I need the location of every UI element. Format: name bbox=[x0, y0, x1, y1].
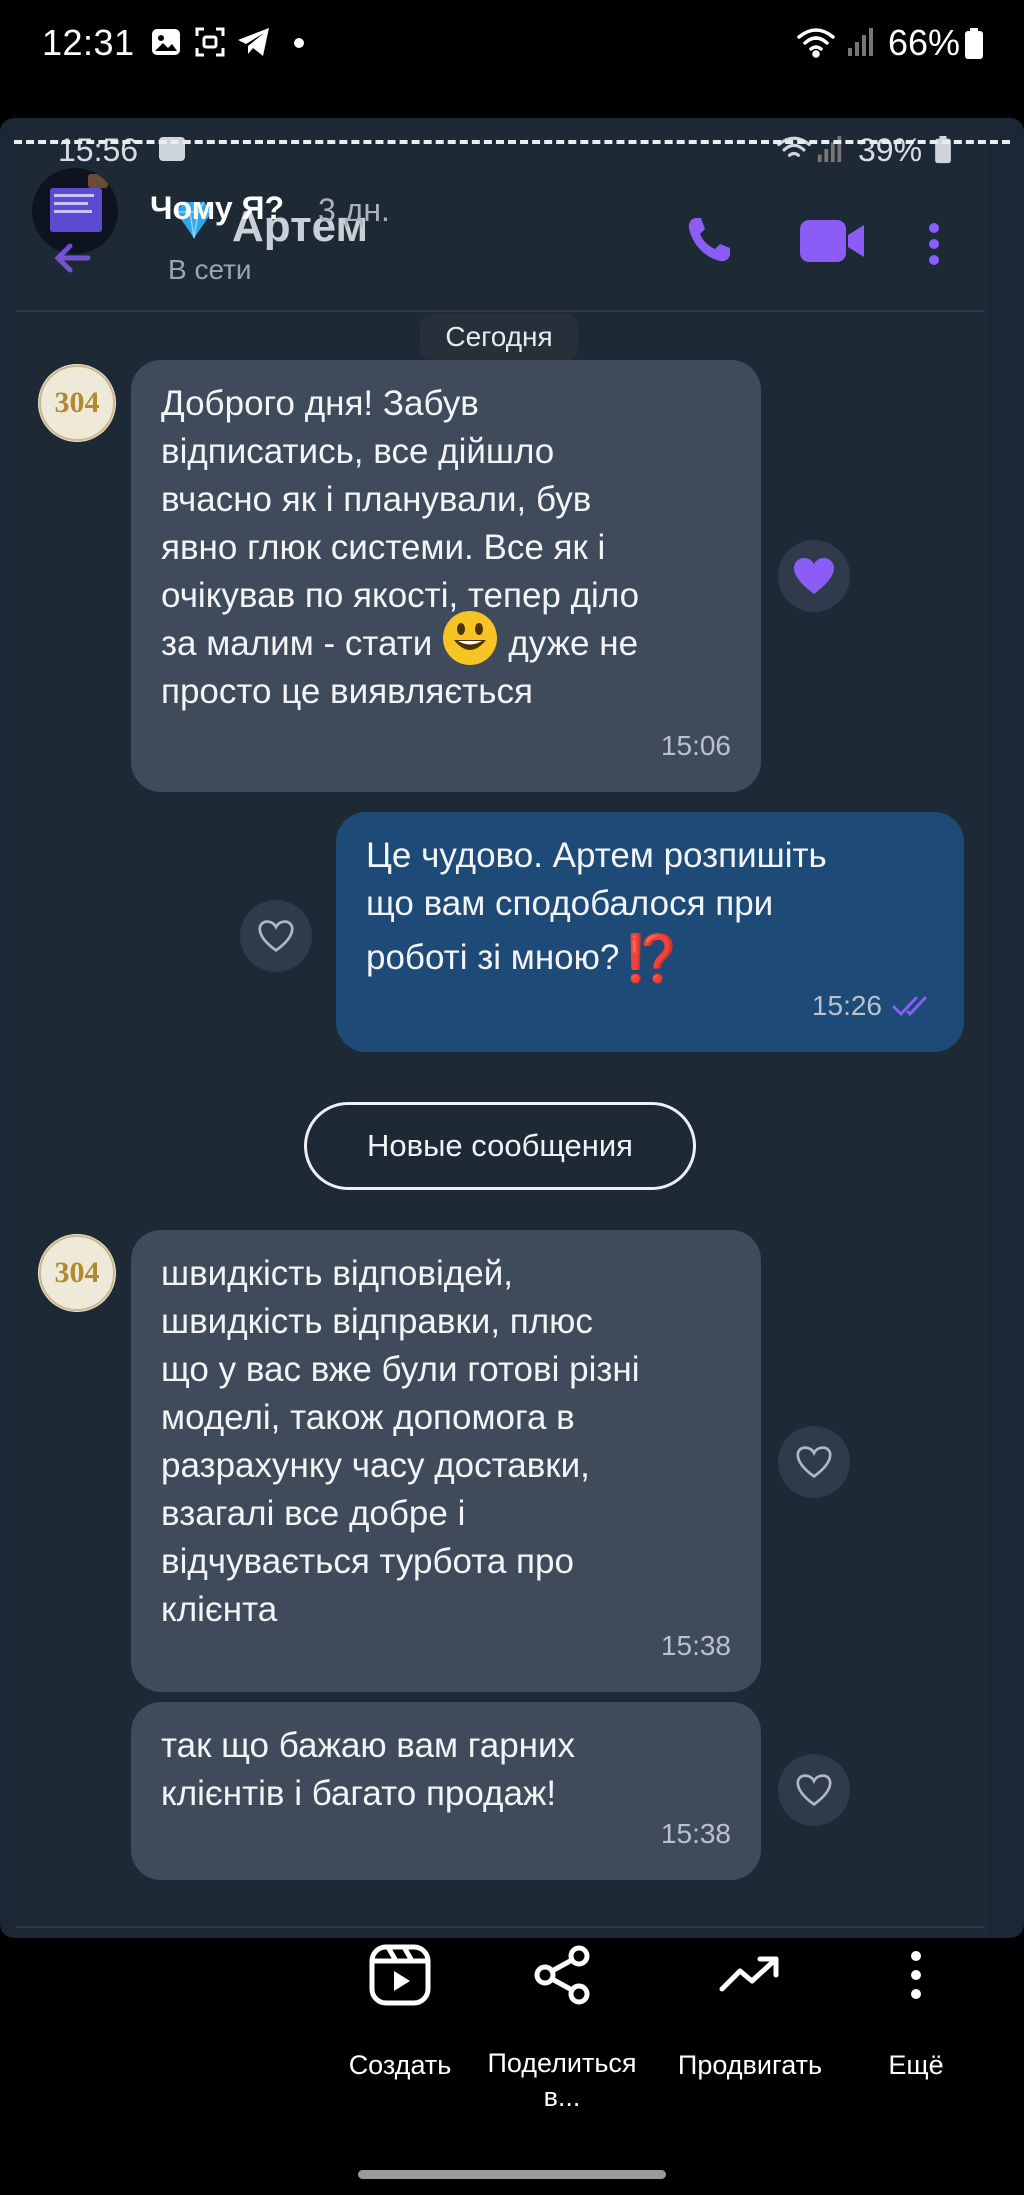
create-button[interactable]: Создать bbox=[310, 1940, 490, 2081]
message-text-line: просто це виявляється bbox=[161, 672, 533, 711]
message-text-line: так що бажаю вам гарних bbox=[161, 1726, 576, 1765]
video-call-icon[interactable] bbox=[798, 218, 866, 269]
story-title: Чому Я? bbox=[150, 190, 285, 226]
message-text-line: взагалі все добре і bbox=[161, 1494, 466, 1533]
message-bubble-incoming[interactable]: так що бажаю вам гарних клієнтів і багат… bbox=[131, 1702, 761, 1880]
inner-battery-percent: 39% bbox=[858, 132, 923, 168]
promote-button[interactable]: Продвигать bbox=[660, 1940, 840, 2081]
more-menu-icon[interactable] bbox=[926, 222, 942, 271]
message-text-line: клієнтів і багато продаж! bbox=[161, 1774, 557, 1813]
message-time: 15:38 bbox=[660, 1630, 731, 1661]
reaction-button[interactable] bbox=[240, 900, 312, 972]
promote-label: Продвигать bbox=[677, 2050, 823, 2080]
message-time: 15:26 bbox=[811, 990, 882, 1021]
message-text-line: що вам сподобалося при bbox=[366, 884, 774, 923]
double-check-icon bbox=[892, 982, 934, 1030]
status-time: 12:31 bbox=[42, 22, 135, 63]
more-vertical-icon bbox=[826, 1940, 1006, 2010]
share-icon bbox=[472, 1940, 652, 2010]
gallery-icon bbox=[150, 26, 182, 63]
contact-avatar[interactable]: 304 bbox=[38, 1234, 116, 1312]
message-text-line: моделі, також допомога в bbox=[161, 1398, 575, 1437]
message-text-line: роботі зі мною? bbox=[366, 938, 620, 977]
call-icon[interactable] bbox=[684, 214, 734, 271]
date-separator: Сегодня bbox=[420, 314, 578, 360]
wifi-icon bbox=[796, 26, 836, 63]
message-text-line: швидкість відправки, плюс bbox=[161, 1302, 593, 1341]
reaction-button[interactable] bbox=[778, 1754, 850, 1826]
online-status: В сети bbox=[168, 254, 252, 285]
interrobang-emoji-icon: ⁉️ bbox=[623, 932, 681, 984]
inner-bottom-divider bbox=[16, 1926, 984, 1928]
crop-guide-line bbox=[14, 140, 1010, 144]
back-arrow-icon[interactable] bbox=[48, 238, 98, 283]
telegram-icon bbox=[236, 26, 272, 63]
more-button[interactable]: Ещё bbox=[826, 1940, 1006, 2081]
battery-icon bbox=[964, 28, 984, 65]
outline-heart-icon bbox=[258, 920, 294, 953]
message-text-line: за малим - стати bbox=[161, 624, 433, 663]
message-bubble-incoming[interactable]: Доброго дня! Забув відписатись, все дійш… bbox=[131, 360, 761, 792]
message-text-line: явно глюк системи. Все як і bbox=[161, 528, 606, 567]
filled-heart-icon bbox=[794, 558, 834, 594]
notification-dot-icon bbox=[294, 38, 304, 48]
message-bubble-incoming[interactable]: швидкість відповідей, швидкість відправк… bbox=[131, 1230, 761, 1692]
signal-icon bbox=[846, 26, 876, 63]
inner-status-time: 15:56 bbox=[58, 132, 139, 168]
create-label: Создать bbox=[348, 2050, 452, 2080]
contact-avatar[interactable]: 304 bbox=[38, 364, 116, 442]
battery-percent: 66% bbox=[887, 22, 960, 63]
message-text-line: відписатись, все дійшло bbox=[161, 432, 555, 471]
shared-screenshot[interactable]: 15:56 39% Артем Чому Я? 3 дн. В сети Сег… bbox=[0, 118, 1024, 1938]
message-text-line: дуже не bbox=[508, 624, 639, 663]
share-button[interactable]: Поделиться в... bbox=[472, 1940, 652, 2114]
reaction-button[interactable] bbox=[778, 540, 850, 612]
outline-heart-icon bbox=[796, 1774, 832, 1807]
new-messages-divider: Новые сообщения bbox=[304, 1102, 696, 1190]
message-time: 15:06 bbox=[660, 730, 731, 761]
svg-text:304: 304 bbox=[55, 386, 100, 419]
more-label: Ещё bbox=[888, 2050, 944, 2080]
message-text-line: вчасно як і планували, був bbox=[161, 480, 592, 519]
message-text-line: швидкість відповідей, bbox=[161, 1254, 513, 1293]
reaction-button[interactable] bbox=[778, 1426, 850, 1498]
reel-play-icon bbox=[310, 1940, 490, 2010]
gesture-nav-handle[interactable] bbox=[358, 2170, 666, 2179]
outline-heart-icon bbox=[796, 1446, 832, 1479]
message-bubble-outgoing[interactable]: Це чудово. Артем розпишіть що вам сподоб… bbox=[336, 812, 964, 1052]
svg-text:304: 304 bbox=[55, 1256, 100, 1289]
message-text-line: що у вас вже були готові різні bbox=[161, 1350, 640, 1389]
story-age: 3 дн. bbox=[318, 192, 390, 228]
share-label: Поделиться в... bbox=[487, 2048, 637, 2112]
message-text-line: разрахунку часу доставки, bbox=[161, 1446, 590, 1485]
trending-up-icon bbox=[660, 1940, 840, 2010]
message-text-line: Це чудово. Артем розпишіть bbox=[366, 836, 827, 875]
screenshot-icon bbox=[194, 26, 226, 63]
message-text-line: Доброго дня! Забув bbox=[161, 384, 479, 423]
message-text-line: відчувається турбота про bbox=[161, 1542, 574, 1581]
message-time: 15:38 bbox=[660, 1818, 731, 1849]
header-divider bbox=[16, 310, 984, 312]
message-text-line: клієнта bbox=[161, 1590, 278, 1629]
